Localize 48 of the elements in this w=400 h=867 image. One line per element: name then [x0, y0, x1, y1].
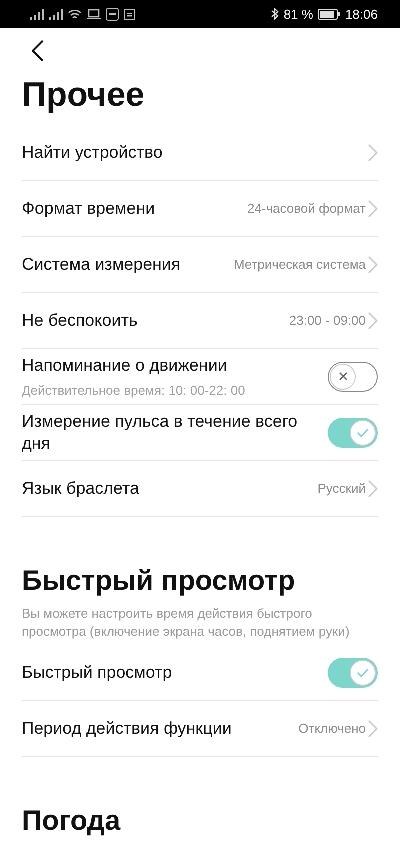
chevron-icon	[368, 200, 378, 218]
row-label: Система измерения	[22, 254, 181, 276]
row-value: 24-часовой формат	[247, 201, 366, 216]
row-label: Измерение пульса в течение всего дня	[22, 410, 299, 454]
settings-row[interactable]: Язык браслета Русский	[22, 461, 378, 517]
section-heading: Быстрый просмотр	[22, 565, 296, 597]
row-label: Быстрый просмотр	[22, 662, 174, 684]
laptop-icon	[87, 8, 101, 20]
row-note: Действительное время: 10: 00-22: 00	[22, 383, 246, 398]
row-label: Период действия функции	[22, 718, 232, 740]
chevron-icon	[368, 144, 378, 162]
bluetooth-icon	[270, 8, 279, 20]
chevron-icon	[368, 312, 378, 330]
chevron-icon	[368, 480, 378, 498]
chevron-icon	[368, 256, 378, 274]
signal-icon	[30, 8, 44, 20]
battery-icon	[318, 8, 340, 20]
row-label: Язык браслета	[22, 478, 140, 500]
section-description: Вы можете настроить время действия быстрого просмотра (включение экрана часов, поднятием руки)	[22, 605, 351, 641]
settings-row[interactable]: Не беспокоить 23:00 - 09:00	[22, 293, 378, 349]
wifi-icon	[68, 8, 82, 20]
toggle-switch[interactable]	[328, 658, 378, 688]
toggle-switch[interactable]	[328, 362, 378, 392]
row-label: Найти устройство	[22, 142, 163, 164]
notification-icon	[124, 8, 135, 20]
section-heading: Погода	[22, 805, 122, 837]
check-icon	[357, 668, 369, 678]
battery-percent: 81 %	[284, 6, 314, 22]
settings-row[interactable]: Формат времени 24-часовой формат	[22, 181, 378, 237]
check-icon	[357, 428, 369, 438]
row-value: Русский	[318, 481, 366, 496]
row-value: Отключено	[298, 721, 366, 736]
settings-row[interactable]: Период действия функции Отключено	[22, 701, 378, 757]
toggle-switch[interactable]	[328, 418, 378, 448]
settings-row[interactable]: Найти устройство	[22, 125, 378, 181]
clock: 18:06	[345, 6, 378, 22]
settings-row[interactable]: Система измерения Метрическая система	[22, 237, 378, 293]
close-icon	[338, 372, 348, 381]
row-value: Метрическая система	[234, 257, 366, 272]
app-icon	[106, 8, 119, 20]
row-label: Напоминание о движении	[22, 355, 228, 377]
signal-icon	[49, 8, 63, 20]
page-title: Прочее	[22, 76, 146, 115]
back-icon	[32, 40, 44, 62]
chevron-icon	[368, 720, 378, 738]
row-value: 23:00 - 09:00	[289, 313, 366, 328]
row-label: Не беспокоить	[22, 310, 138, 332]
row-label: Формат времени	[22, 198, 156, 220]
